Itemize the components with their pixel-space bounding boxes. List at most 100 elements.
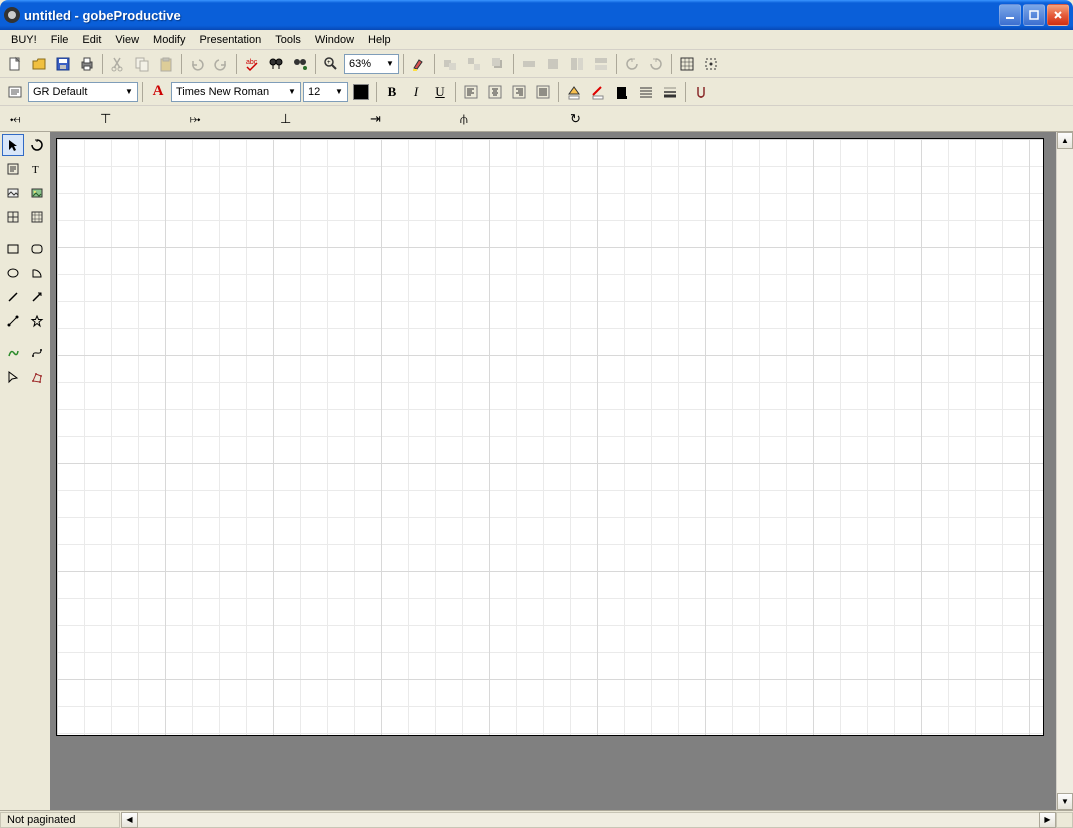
- scroll-right-button[interactable]: ▶: [1039, 812, 1056, 828]
- svg-text:T: T: [32, 164, 39, 176]
- arrange-3-button[interactable]: [566, 53, 588, 75]
- tab-left-icon[interactable]: ⤟: [10, 111, 20, 127]
- spellcheck-button[interactable]: abc: [241, 53, 263, 75]
- zoom-dropdown[interactable]: 63%▼: [344, 54, 399, 74]
- font-size-dropdown[interactable]: 12▼: [303, 82, 348, 102]
- copy-button[interactable]: [131, 53, 153, 75]
- align-justify-button[interactable]: [532, 81, 554, 103]
- menu-tools[interactable]: Tools: [268, 32, 308, 48]
- menu-modify[interactable]: Modify: [146, 32, 192, 48]
- polygon-tool[interactable]: [26, 366, 48, 388]
- font-value: Times New Roman: [176, 86, 286, 98]
- arrange-1-button[interactable]: [518, 53, 540, 75]
- font-color-button[interactable]: [350, 81, 372, 103]
- print-button[interactable]: [76, 53, 98, 75]
- shadow-color-button[interactable]: [611, 81, 633, 103]
- rotate-left-button[interactable]: [621, 53, 643, 75]
- scroll-up-button[interactable]: ▲: [1057, 132, 1073, 149]
- menu-view[interactable]: View: [108, 32, 146, 48]
- table-tool[interactable]: [2, 206, 24, 228]
- ellipse-tool[interactable]: [2, 262, 24, 284]
- connector-tool[interactable]: [2, 310, 24, 332]
- underline-button[interactable]: U: [429, 81, 451, 103]
- hscroll-track[interactable]: [138, 812, 1039, 828]
- rectangle-tool[interactable]: [2, 238, 24, 260]
- arc-tool[interactable]: [26, 262, 48, 284]
- align-center-button[interactable]: [484, 81, 506, 103]
- font-size-value: 12: [308, 86, 333, 98]
- format-toolbar: GR Default▼ A Times New Roman▼ 12▼ B I U: [0, 78, 1073, 106]
- redo-button[interactable]: [210, 53, 232, 75]
- menu-window[interactable]: Window: [308, 32, 361, 48]
- maximize-button[interactable]: [1023, 4, 1045, 26]
- line-tool[interactable]: [2, 286, 24, 308]
- snap-button[interactable]: [700, 53, 722, 75]
- menu-help[interactable]: Help: [361, 32, 398, 48]
- highlight-button[interactable]: [408, 53, 430, 75]
- canvas-viewport[interactable]: [50, 132, 1056, 810]
- scroll-left-button[interactable]: ◀: [121, 812, 138, 828]
- undo-button[interactable]: [186, 53, 208, 75]
- vscroll-track[interactable]: [1057, 149, 1073, 793]
- italic-button[interactable]: I: [405, 81, 427, 103]
- menu-file[interactable]: File: [44, 32, 76, 48]
- indent-icon[interactable]: ⫛: [460, 111, 468, 127]
- menu-edit[interactable]: Edit: [75, 32, 108, 48]
- cut-button[interactable]: [107, 53, 129, 75]
- spreadsheet-tool[interactable]: [26, 206, 48, 228]
- tab-decimal-icon[interactable]: ⊥: [280, 111, 291, 127]
- line-color-button[interactable]: [587, 81, 609, 103]
- horizontal-scrollbar[interactable]: ◀ ▶: [121, 812, 1056, 828]
- group-button[interactable]: [439, 53, 461, 75]
- tab-center-icon[interactable]: ⊤: [100, 111, 111, 127]
- style-dropdown[interactable]: GR Default▼: [28, 82, 138, 102]
- open-button[interactable]: [28, 53, 50, 75]
- bold-button[interactable]: B: [381, 81, 403, 103]
- minimize-button[interactable]: [999, 4, 1021, 26]
- save-button[interactable]: [52, 53, 74, 75]
- grid-toggle-button[interactable]: [676, 53, 698, 75]
- vertical-scrollbar[interactable]: ▲ ▼: [1056, 132, 1073, 810]
- rounded-rect-tool[interactable]: [26, 238, 48, 260]
- arrange-4-button[interactable]: [590, 53, 612, 75]
- ruler-bar[interactable]: ⤟ ⊤ ⤠ ⊥ ⇥ ⫛ ↻: [0, 106, 1073, 132]
- rotate-right-button[interactable]: [645, 53, 667, 75]
- line-weight-button[interactable]: [659, 81, 681, 103]
- menu-presentation[interactable]: Presentation: [192, 32, 268, 48]
- zoom-button[interactable]: +: [320, 53, 342, 75]
- style-picker-button[interactable]: [4, 81, 26, 103]
- pointer-tool[interactable]: [2, 134, 24, 156]
- freehand-tool[interactable]: [2, 342, 24, 364]
- new-button[interactable]: [4, 53, 26, 75]
- rotate-tool[interactable]: [26, 134, 48, 156]
- arrange-2-button[interactable]: [542, 53, 564, 75]
- resize-grip[interactable]: [1056, 812, 1073, 828]
- drawing-canvas[interactable]: [56, 138, 1044, 736]
- tab-bar-icon[interactable]: ⇥: [370, 111, 381, 127]
- menu-buy[interactable]: BUY!: [4, 32, 44, 48]
- find-replace-button[interactable]: [289, 53, 311, 75]
- paste-button[interactable]: [155, 53, 177, 75]
- edit-points-tool[interactable]: [2, 366, 24, 388]
- close-button[interactable]: [1047, 4, 1069, 26]
- line-style-button[interactable]: [635, 81, 657, 103]
- effects-button[interactable]: [690, 81, 712, 103]
- bezier-tool[interactable]: [26, 342, 48, 364]
- ungroup-button[interactable]: [463, 53, 485, 75]
- star-tool[interactable]: [26, 310, 48, 332]
- text-frame-tool[interactable]: [2, 158, 24, 180]
- align-left-button[interactable]: [460, 81, 482, 103]
- text-tool[interactable]: T: [26, 158, 48, 180]
- picture-tool[interactable]: [26, 182, 48, 204]
- arrow-tool[interactable]: [26, 286, 48, 308]
- zoom-value: 63%: [349, 58, 384, 70]
- align-right-button[interactable]: [508, 81, 530, 103]
- find-button[interactable]: [265, 53, 287, 75]
- bring-front-button[interactable]: [487, 53, 509, 75]
- scroll-down-button[interactable]: ▼: [1057, 793, 1073, 810]
- image-tool[interactable]: [2, 182, 24, 204]
- fill-color-button[interactable]: [563, 81, 585, 103]
- tab-right-icon[interactable]: ⤠: [190, 111, 200, 127]
- refresh-icon[interactable]: ↻: [570, 111, 581, 127]
- font-dropdown[interactable]: Times New Roman▼: [171, 82, 301, 102]
